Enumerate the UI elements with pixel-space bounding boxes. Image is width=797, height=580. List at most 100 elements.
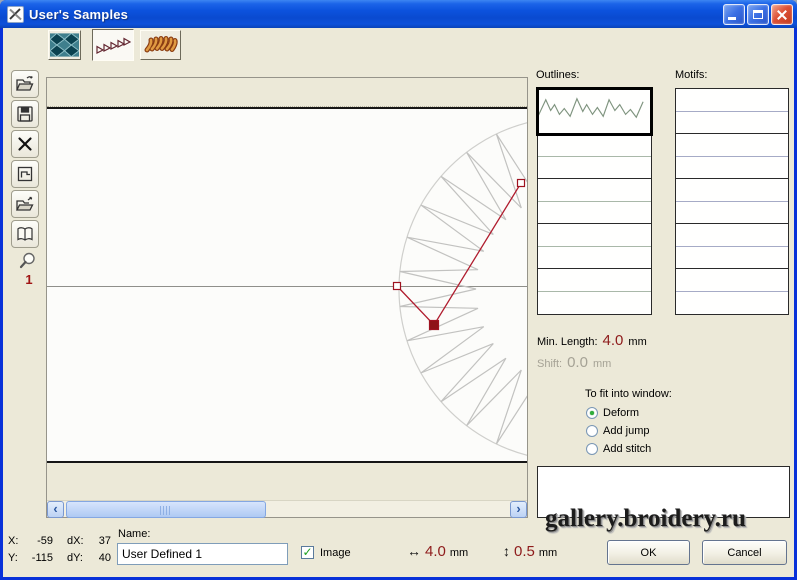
watermark: gallery.broidery.ru (545, 505, 746, 533)
polyline-node-hollow[interactable] (518, 180, 525, 187)
outline-sample-cell[interactable] (538, 179, 651, 224)
zigzag-outline-thumb (538, 89, 647, 130)
ok-button[interactable]: OK (607, 540, 690, 565)
radio-add-stitch-label: Add stitch (603, 443, 651, 455)
radio-add-jump-label: Add jump (603, 425, 649, 437)
outline-sample-cell[interactable] (538, 134, 651, 179)
polyline-node-hollow[interactable] (394, 283, 401, 290)
open-sample-button[interactable] (11, 70, 39, 98)
cancel-button[interactable]: Cancel (702, 540, 787, 565)
radio-add-stitch[interactable]: Add stitch (586, 443, 651, 455)
dy-value: 40 (91, 550, 111, 567)
x-value: -59 (25, 533, 53, 550)
outline-sample-cell[interactable] (538, 89, 651, 134)
scroll-right-button[interactable]: › (510, 501, 527, 518)
height-arrow-icon: ↕ (503, 543, 510, 559)
outline-sample-cell[interactable] (538, 224, 651, 269)
cord-sample-button[interactable] (140, 30, 181, 60)
fit-into-window-label: To fit into window: (585, 388, 672, 400)
shift-unit: mm (593, 358, 611, 370)
width-arrow-icon: ↔ (407, 543, 421, 559)
maximize-button[interactable] (747, 4, 769, 25)
open-icon (15, 74, 35, 94)
image-checkbox-label: Image (320, 547, 351, 559)
delete-icon (15, 134, 35, 154)
horizontal-scrollbar[interactable]: ‹ › (47, 500, 527, 517)
motifs-label: Motifs: (675, 69, 707, 81)
height-unit: mm (539, 547, 557, 559)
fill-sample-button[interactable] (48, 30, 81, 60)
radio-icon[interactable] (586, 443, 598, 455)
canvas-drawing[interactable] (47, 109, 527, 461)
library-icon (15, 224, 35, 244)
scrollbar-grip (160, 506, 172, 515)
users-samples-dialog: User's Samples (0, 0, 797, 580)
y-value: -115 (25, 550, 53, 567)
title-bar[interactable]: User's Samples (0, 0, 797, 28)
dx-value: 37 (91, 533, 111, 550)
motif-sample-cell[interactable] (676, 89, 788, 134)
fill-pattern-icon (50, 33, 79, 57)
radio-deform[interactable]: Deform (586, 407, 639, 419)
magnifier-icon (17, 250, 41, 274)
radio-icon[interactable] (586, 407, 598, 419)
motif-sample-cell[interactable] (676, 224, 788, 269)
min-length-unit: mm (628, 336, 646, 348)
close-button[interactable] (771, 4, 793, 25)
outline-sample-button[interactable] (92, 29, 134, 61)
radio-deform-label: Deform (603, 407, 639, 419)
delete-sample-button[interactable] (11, 130, 39, 158)
motifs-list (675, 88, 789, 315)
min-length-label: Min. Length: (537, 336, 598, 348)
canvas-bottom-margin (47, 465, 527, 501)
edit-polyline (397, 183, 521, 325)
min-length-value: 4.0 (603, 332, 624, 349)
height-readout: ↕ 0.5 mm (503, 543, 557, 560)
motif-sample-cell[interactable] (676, 179, 788, 224)
drawing-canvas[interactable] (47, 107, 527, 463)
minimize-button[interactable] (723, 4, 745, 25)
motif-sample-cell[interactable] (676, 269, 788, 314)
canvas-panel: ‹ › (46, 77, 528, 518)
scroll-left-button[interactable]: ‹ (47, 501, 64, 518)
cord-pattern-icon (143, 32, 178, 58)
canvas-top-margin (47, 78, 527, 107)
width-readout: ↔ 4.0 mm (407, 543, 468, 560)
zoom-level: 1 (14, 274, 44, 286)
save-sample-button[interactable] (11, 100, 39, 128)
shape-icon (15, 164, 35, 184)
outline-pattern-icon (95, 32, 131, 58)
polyline-node-filled[interactable] (430, 321, 439, 330)
maximize-icon (753, 10, 763, 19)
fan-arc (399, 122, 527, 456)
image-checkbox[interactable]: ✓ (301, 546, 314, 559)
width-unit: mm (450, 547, 468, 559)
name-label: Name: (118, 528, 150, 540)
height-value: 0.5 (514, 543, 535, 560)
library-button[interactable] (11, 220, 39, 248)
edit-shape-button[interactable] (11, 160, 39, 188)
fan-pattern (400, 122, 527, 456)
app-icon (7, 6, 24, 23)
outlines-label: Outlines: (536, 69, 579, 81)
name-input[interactable] (117, 543, 288, 565)
shift-value: 0.0 (567, 354, 588, 371)
import-icon (15, 194, 35, 214)
radio-add-jump[interactable]: Add jump (586, 425, 649, 437)
zoom-tool-button[interactable]: 1 (14, 250, 44, 294)
save-icon (15, 104, 35, 124)
outlines-list (537, 88, 652, 315)
scrollbar-thumb[interactable] (66, 501, 266, 518)
outline-sample-cell[interactable] (538, 269, 651, 314)
y-label: Y: (8, 550, 25, 567)
dx-label: dX: (67, 533, 91, 550)
x-label: X: (8, 533, 25, 550)
width-value: 4.0 (425, 543, 446, 560)
dy-label: dY: (67, 550, 91, 567)
shift-label: Shift: (537, 358, 562, 370)
window-title: User's Samples (29, 7, 128, 22)
radio-icon[interactable] (586, 425, 598, 437)
import-sample-button[interactable] (11, 190, 39, 218)
motif-sample-cell[interactable] (676, 134, 788, 179)
image-checkbox-mark: ✓ (302, 545, 312, 559)
